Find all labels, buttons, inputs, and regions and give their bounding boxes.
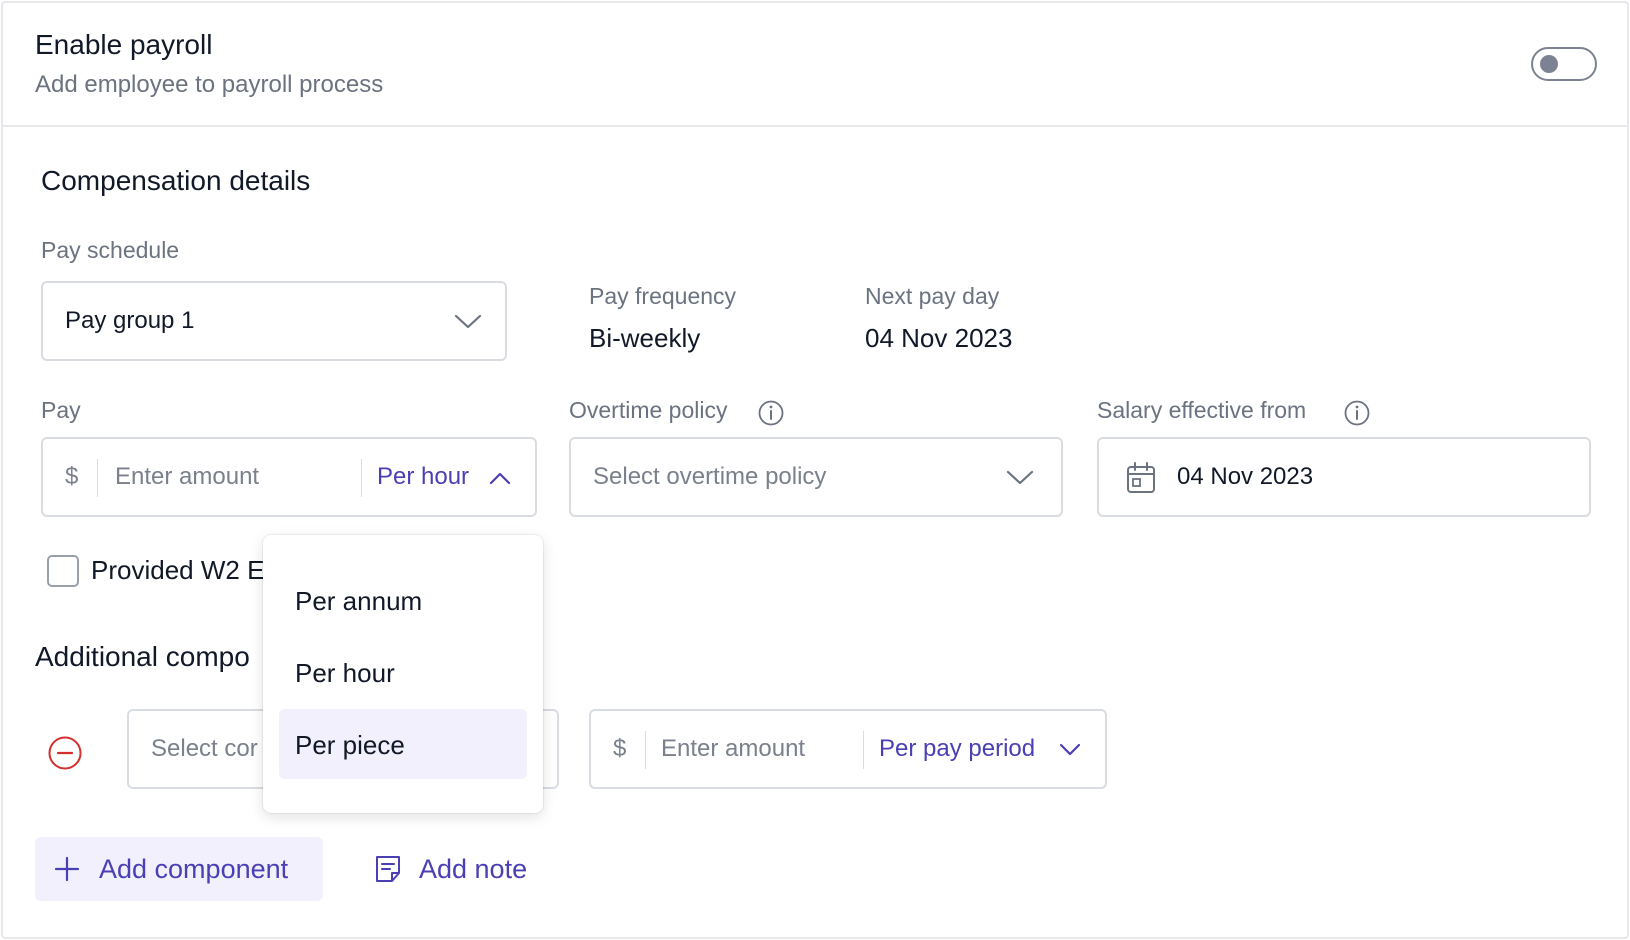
pay-label: Pay [41, 397, 81, 423]
dropdown-option-per-annum[interactable]: Per annum [279, 565, 527, 635]
chevron-down-icon[interactable] [1057, 741, 1083, 759]
pay-unit-select[interactable]: Per hour [377, 463, 469, 491]
info-icon[interactable] [1343, 399, 1371, 427]
option-label: Per piece [295, 730, 405, 760]
w2-checkbox-label: Provided W2 E [91, 555, 265, 585]
dropdown-option-per-hour[interactable]: Per hour [279, 637, 527, 707]
next-pay-day-value: 04 Nov 2023 [865, 323, 1013, 353]
calendar-icon[interactable] [1125, 461, 1157, 495]
pay-unit-dropdown: Per annum Per hour Per piece [263, 535, 543, 813]
pay-amount-field[interactable]: $ Enter amount Per hour [41, 437, 537, 517]
component-select-placeholder: Select cor [151, 735, 258, 762]
field-divider [863, 731, 864, 769]
component-amount-input[interactable]: Enter amount [661, 735, 805, 763]
add-note-label: Add note [419, 854, 528, 884]
component-amount-field[interactable]: $ Enter amount Per pay period [589, 709, 1107, 789]
currency-symbol: $ [65, 463, 79, 490]
w2-checkbox[interactable] [47, 555, 79, 587]
salary-effective-date-value: 04 Nov 2023 [1177, 463, 1314, 490]
add-component-label: Add component [99, 854, 289, 884]
salary-effective-label: Salary effective from [1097, 397, 1307, 423]
add-component-button[interactable]: Add component [35, 837, 323, 901]
chevron-down-icon [1006, 470, 1034, 485]
remove-component-icon[interactable] [47, 735, 83, 771]
payroll-title: Enable payroll [35, 29, 213, 60]
pay-schedule-select[interactable]: Pay group 1 [41, 281, 507, 361]
field-divider [97, 459, 98, 497]
overtime-policy-label: Overtime policy [569, 397, 728, 423]
option-label: Per hour [295, 658, 395, 688]
field-divider [645, 731, 646, 769]
chevron-up-icon[interactable] [487, 469, 513, 487]
currency-symbol: $ [613, 735, 627, 762]
pay-schedule-value: Pay group 1 [65, 307, 195, 334]
payroll-card: Enable payroll Add employee to payroll p… [1, 1, 1629, 939]
pay-schedule-label: Pay schedule [41, 237, 180, 263]
enable-payroll-toggle[interactable] [1531, 47, 1597, 81]
chevron-down-icon [454, 314, 482, 329]
field-divider [361, 459, 362, 497]
payroll-header: Enable payroll Add employee to payroll p… [3, 3, 1627, 127]
pay-frequency-value: Bi-weekly [589, 323, 701, 353]
pay-period-select[interactable]: Per pay period [879, 735, 1035, 763]
additional-section-title: Additional compo [35, 641, 250, 672]
compensation-section-title: Compensation details [41, 165, 311, 196]
plus-icon [54, 856, 80, 882]
overtime-policy-placeholder: Select overtime policy [593, 463, 827, 490]
payroll-subtitle: Add employee to payroll process [35, 71, 384, 98]
note-icon [376, 856, 400, 882]
salary-effective-date-field[interactable]: 04 Nov 2023 [1097, 437, 1591, 517]
toggle-knob [1540, 55, 1558, 73]
add-note-button[interactable]: Add note [371, 837, 551, 901]
pay-amount-input[interactable]: Enter amount [115, 463, 259, 491]
info-icon[interactable] [757, 399, 785, 427]
option-label: Per annum [295, 586, 423, 616]
pay-frequency-label: Pay frequency [589, 283, 737, 309]
dropdown-option-per-piece[interactable]: Per piece [279, 709, 527, 779]
overtime-policy-select[interactable]: Select overtime policy [569, 437, 1063, 517]
next-pay-day-label: Next pay day [865, 283, 1000, 309]
